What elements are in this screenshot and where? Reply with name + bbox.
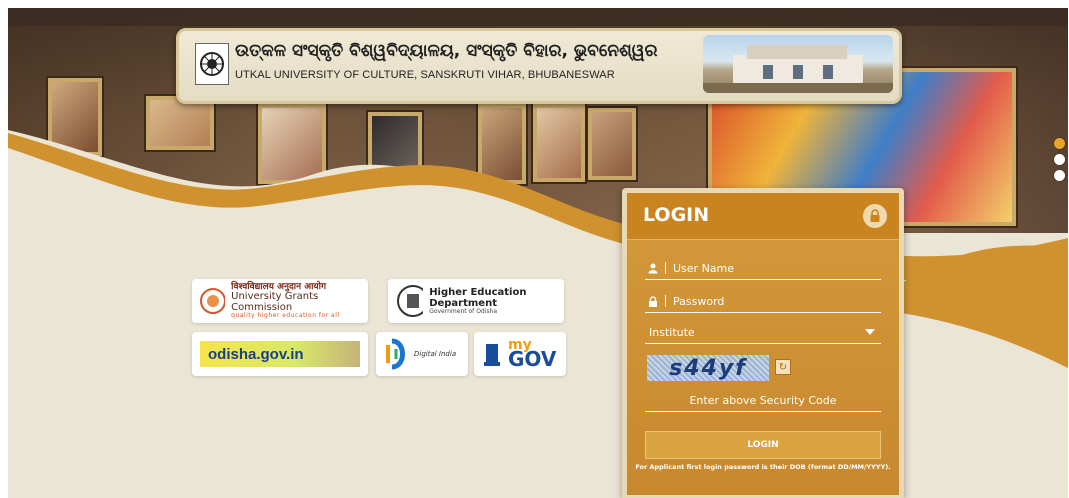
security-code-field [645,389,881,412]
digital-india-icon [386,338,405,370]
lock-icon [863,204,887,228]
username-field [645,257,881,280]
university-title-odia: ଉତ୍କଳ ସଂସ୍କୃତି ବିଶ୍ୱବିଦ୍ୟାଳୟ, ସଂସ୍କୃତି ବ… [235,41,658,61]
odisha-gov-link[interactable]: odisha.gov.in [192,332,368,376]
ugc-emblem-icon [200,288,226,314]
password-field [645,290,881,313]
digital-india-label: Digital India [414,350,457,358]
university-title-english: UTKAL UNIVERSITY OF CULTURE, SANSKRUTI V… [235,69,615,81]
security-code-input[interactable] [645,393,881,407]
university-header-banner: ଉତ୍କଳ ସଂସ୍କୃତି ବିଶ୍ୱବିଦ୍ୟାଳୟ, ସଂସ୍କୃତି ବ… [176,28,902,104]
slider-pagination [1054,138,1065,186]
username-input[interactable] [673,261,863,275]
ugc-name: University Grants Commission [231,291,319,313]
digital-india-link[interactable]: Digital India [376,332,468,376]
captcha-text: s44yf [669,355,747,381]
campus-building-image [703,35,893,93]
password-input[interactable] [673,294,863,308]
mygov-link[interactable]: my GOV [474,332,566,376]
login-panel: LOGIN User Name Institute s44yf ↻ Enter … [622,188,904,498]
national-emblem-icon [484,344,500,366]
mygov-gov: GOV [508,347,557,372]
slider-dot-2[interactable] [1054,154,1065,165]
login-title: LOGIN [643,204,710,226]
hed-sub: Government of Odisha [429,307,498,315]
refresh-captcha-icon[interactable]: ↻ [775,359,791,375]
higher-education-department-link[interactable]: Higher Education Department Government o… [388,279,564,323]
ugc-tagline: quality higher education for all [231,312,340,320]
login-header: LOGIN [627,193,899,240]
user-icon [645,263,661,274]
lock-small-icon [645,295,661,307]
university-logo [195,43,229,85]
institute-select[interactable]: Institute [645,321,881,344]
chevron-down-icon [865,329,875,335]
login-note: For Applicant first login password is th… [635,463,891,471]
hed-name: Higher Education Department [429,286,527,309]
captcha-image: s44yf [647,355,769,381]
slider-dot-1[interactable] [1054,138,1065,149]
slider-dot-3[interactable] [1054,170,1065,181]
institute-select-value: Institute [649,325,695,339]
ugc-link[interactable]: विश्वविद्यालय अनुदान आयोग University Gra… [192,279,368,323]
odisha-gov-label: odisha.gov.in [208,345,304,363]
page-frame: ଉତ୍କଳ ସଂସ୍କୃତି ବିଶ୍ୱବିଦ୍ୟାଳୟ, ସଂସ୍କୃତି ବ… [8,8,1068,498]
login-button[interactable]: LOGIN [645,431,881,459]
odisha-emblem-icon [397,285,424,317]
